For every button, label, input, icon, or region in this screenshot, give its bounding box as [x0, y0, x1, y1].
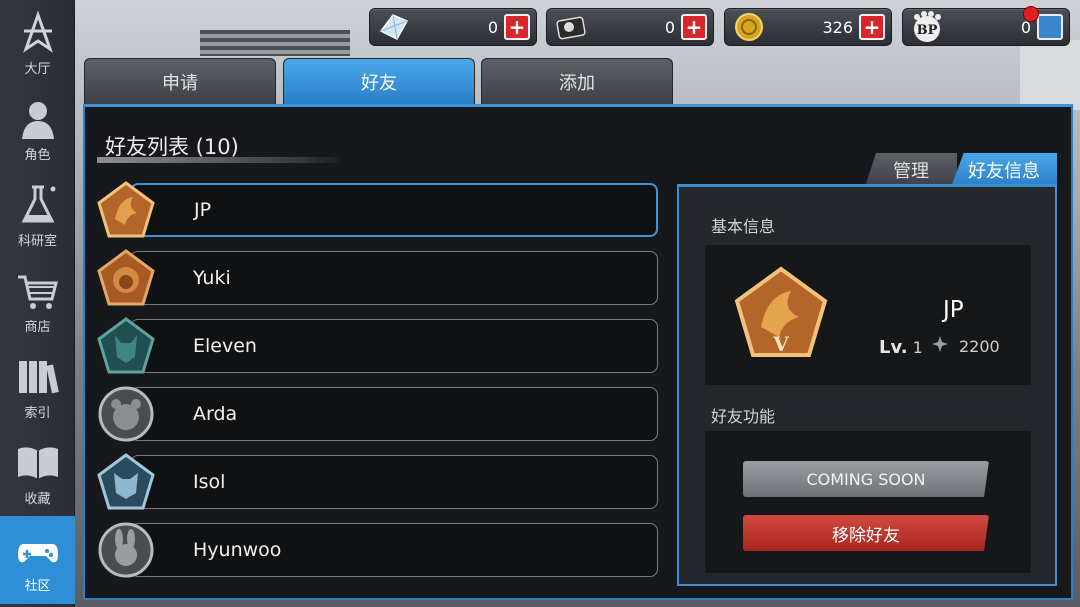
friend-row-isol[interactable]: Isol	[130, 455, 658, 509]
coin-icon	[729, 11, 769, 43]
background-wall	[1020, 40, 1080, 110]
sidebar-item-shop[interactable]: 商店	[0, 258, 75, 344]
sidebar-item-label: 社区	[24, 578, 51, 594]
character-icon	[15, 96, 61, 142]
sidebar-item-index[interactable]: 索引	[0, 344, 75, 430]
friend-name: Eleven	[193, 335, 257, 357]
sidebar-item-label: 索引	[24, 405, 51, 421]
sidebar: 大厅 角色 科研室 商店 索引 收藏 社区	[0, 0, 75, 607]
add-disc-button[interactable]: +	[681, 14, 707, 40]
add-crystal-button[interactable]: +	[504, 14, 530, 40]
sidebar-item-label: 商店	[24, 319, 51, 335]
friend-name: Yuki	[193, 267, 231, 289]
score-emblem-icon	[931, 335, 949, 357]
bp-value: 0	[1020, 17, 1031, 37]
sidebar-item-community[interactable]: 社区	[0, 516, 75, 604]
resource-disc: 0 +	[546, 8, 714, 46]
friend-name: Hyunwoo	[193, 539, 282, 561]
friends-panel: 好友列表 (10) JP Yuki Eleven Arda Isol Hyunw…	[83, 104, 1073, 600]
lion-badge-icon	[97, 249, 155, 307]
friend-name: JP	[194, 199, 212, 221]
dragon-badge-icon	[97, 181, 155, 239]
resource-bp: BP 0	[902, 6, 1070, 46]
gamepad-icon	[15, 527, 61, 573]
friend-name: Isol	[193, 471, 226, 493]
wolf-badge-icon	[97, 317, 155, 375]
sidebar-item-lobby[interactable]: 大厅	[0, 0, 75, 86]
friend-row-hyunwoo[interactable]: Hyunwoo	[130, 523, 658, 577]
sidebar-item-label: 收藏	[24, 491, 51, 507]
coming-soon-button[interactable]: COMING SOON	[743, 461, 989, 497]
bp-card-button[interactable]	[1037, 14, 1063, 40]
player-level: Lv. 1	[879, 337, 923, 358]
sidebar-item-lab[interactable]: 科研室	[0, 172, 75, 258]
basic-info-label: 基本信息	[711, 217, 776, 236]
sidebar-item-label: 大厅	[24, 61, 51, 77]
friend-row-eleven[interactable]: Eleven	[130, 319, 658, 373]
friend-functions-label: 好友功能	[711, 407, 776, 426]
add-coin-button[interactable]: +	[859, 14, 885, 40]
sidebar-item-character[interactable]: 角色	[0, 86, 75, 172]
flask-icon	[15, 182, 61, 228]
friend-name: Arda	[193, 403, 238, 425]
friend-row-yuki[interactable]: Yuki	[130, 251, 658, 305]
resource-coin: 326 +	[724, 8, 892, 46]
background-ceiling	[200, 30, 350, 56]
sidebar-item-label: 科研室	[17, 233, 57, 249]
bear-badge-icon	[97, 385, 155, 443]
remove-friend-button[interactable]: 移除好友	[743, 515, 989, 551]
friend-row-arda[interactable]: Arda	[130, 387, 658, 441]
open-book-icon	[15, 440, 61, 486]
crystal-value: 0	[487, 17, 498, 37]
resource-crystal: 0 +	[369, 8, 537, 46]
title-underline	[97, 157, 345, 163]
tab-requests[interactable]: 申请	[84, 58, 276, 104]
sidebar-item-collection[interactable]: 收藏	[0, 430, 75, 516]
friend-info-box: 基本信息 V JP Lv. 1 2200 好友功能 COMING SOON 移除…	[677, 184, 1057, 586]
lobby-star-icon	[15, 10, 61, 56]
beast-badge-icon	[97, 453, 155, 511]
player-rank-badge-icon: V	[733, 265, 829, 361]
score-value: 2200	[959, 336, 1000, 356]
bp-paw-icon: BP	[907, 11, 947, 43]
bp-text: BP	[917, 23, 938, 38]
functions-card: COMING SOON 移除好友	[705, 431, 1031, 573]
tab-friend-info[interactable]: 好友信息	[951, 153, 1057, 187]
books-icon	[15, 354, 61, 400]
level-label: Lv.	[879, 337, 908, 358]
sidebar-item-label: 角色	[24, 147, 51, 163]
cart-icon	[15, 268, 61, 314]
disc-value: 0	[664, 17, 675, 37]
friend-row-jp[interactable]: JP	[130, 183, 658, 237]
tab-friends[interactable]: 好友	[283, 58, 475, 104]
rabbit-badge-icon	[97, 521, 155, 579]
disc-icon	[551, 11, 591, 43]
player-card: V JP Lv. 1 2200	[705, 245, 1031, 385]
crystal-icon	[374, 11, 414, 43]
player-score: 2200	[931, 335, 1000, 357]
notification-dot	[1023, 6, 1039, 22]
tab-add[interactable]: 添加	[481, 58, 673, 104]
tab-manage[interactable]: 管理	[865, 153, 957, 187]
player-name: JP	[943, 297, 964, 323]
coin-value: 326	[822, 17, 853, 37]
level-value: 1	[912, 338, 923, 357]
rank-numeral: V	[772, 332, 789, 356]
